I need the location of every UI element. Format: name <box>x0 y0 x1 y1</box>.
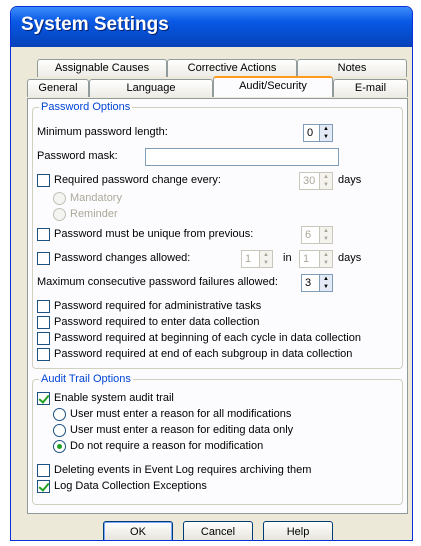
ok-button[interactable]: OK <box>103 521 173 540</box>
window-title: System Settings <box>21 14 169 35</box>
title-bar[interactable]: System Settings <box>11 7 412 47</box>
changes-days-spin-buttons[interactable]: ▲ ▼ <box>319 251 332 267</box>
changes-allowed-label: Password changes allowed: <box>54 252 191 264</box>
delete-events-checkbox[interactable] <box>37 464 50 477</box>
changes-days-label: days <box>338 252 362 264</box>
unique-spinner[interactable]: 6 ▲ ▼ <box>301 226 333 244</box>
admin-tasks-checkbox[interactable] <box>37 300 50 313</box>
min-length-spinner[interactable]: 0 ▲ ▼ <box>303 124 333 142</box>
enter-dc-checkbox[interactable] <box>37 316 50 329</box>
tab-notes[interactable]: Notes <box>297 59 407 77</box>
tab-language[interactable]: Language <box>89 79 213 97</box>
reason-all-radio[interactable] <box>53 408 66 421</box>
max-failures-spinner[interactable]: 3 ▲ ▼ <box>301 274 333 292</box>
req-change-checkbox[interactable] <box>37 174 50 187</box>
mask-label: Password mask: <box>37 150 118 162</box>
req-change-spin-buttons[interactable]: ▲ ▼ <box>319 173 332 189</box>
reason-all-label: User must enter a reason for all modific… <box>70 408 292 420</box>
log-exceptions-checkbox[interactable] <box>37 480 50 493</box>
no-reason-radio[interactable] <box>53 440 66 453</box>
help-button[interactable]: Help <box>263 521 333 540</box>
spin-down-icon[interactable]: ▼ <box>320 235 332 243</box>
subgroup-end-label: Password required at end of each subgrou… <box>54 348 353 360</box>
audit-trail-title: Audit Trail Options <box>39 373 133 385</box>
unique-spin-buttons[interactable]: ▲ ▼ <box>319 227 332 243</box>
enable-audit-checkbox[interactable] <box>37 392 50 405</box>
min-length-spin-buttons[interactable]: ▲ ▼ <box>319 125 332 141</box>
changes-count-spinner[interactable]: 1 ▲ ▼ <box>241 250 273 268</box>
enter-dc-label: Password required to enter data collecti… <box>54 316 260 328</box>
changes-days-spinner[interactable]: 1 ▲ ▼ <box>299 250 333 268</box>
subgroup-end-checkbox[interactable] <box>37 348 50 361</box>
spin-up-icon[interactable]: ▲ <box>260 251 272 259</box>
password-mask-field[interactable] <box>145 148 339 166</box>
password-options-title: Password Options <box>39 101 133 113</box>
spin-down-icon[interactable]: ▼ <box>320 283 332 291</box>
tab-row-1: Assignable Causes Corrective Actions Not… <box>37 59 407 77</box>
spin-down-icon[interactable]: ▼ <box>320 181 332 189</box>
max-failures-value: 3 <box>305 277 312 289</box>
spin-up-icon[interactable]: ▲ <box>320 125 332 133</box>
spin-down-icon[interactable]: ▼ <box>260 259 272 267</box>
spin-up-icon[interactable]: ▲ <box>320 251 332 259</box>
tab-panel-audit-security: Password Options Minimum password length… <box>27 98 408 514</box>
spin-up-icon[interactable]: ▲ <box>320 173 332 181</box>
cycle-start-label: Password required at beginning of each c… <box>54 332 361 344</box>
req-change-days-label: days <box>338 174 362 186</box>
admin-tasks-label: Password required for administrative tas… <box>54 300 262 312</box>
unique-value: 6 <box>305 229 312 241</box>
mandatory-radio[interactable] <box>53 192 66 205</box>
req-change-label: Required password change every: <box>54 174 221 186</box>
mandatory-label: Mandatory <box>70 192 122 204</box>
in-label: in <box>283 252 292 264</box>
min-length-value: 0 <box>307 127 314 139</box>
no-reason-label: Do not require a reason for modification <box>70 440 264 452</box>
changes-days-value: 1 <box>303 253 310 265</box>
audit-trail-group: Audit Trail Options Enable system audit … <box>32 373 403 505</box>
delete-events-label: Deleting events in Event Log requires ar… <box>54 464 312 476</box>
reason-editing-radio[interactable] <box>53 424 66 437</box>
log-exceptions-label: Log Data Collection Exceptions <box>54 480 207 492</box>
tab-corrective-actions[interactable]: Corrective Actions <box>167 59 297 77</box>
tab-general[interactable]: General <box>27 79 89 97</box>
min-length-label: Minimum password length: <box>37 126 168 138</box>
unique-checkbox[interactable] <box>37 228 50 241</box>
changes-count-value: 1 <box>245 253 252 265</box>
enable-audit-label: Enable system audit trail <box>54 392 174 404</box>
tab-audit-security[interactable]: Audit/Security <box>213 76 333 97</box>
tab-row-2: General Language Audit/Security E-mail <box>27 76 408 97</box>
cancel-button[interactable]: Cancel <box>183 521 253 540</box>
spin-down-icon[interactable]: ▼ <box>320 259 332 267</box>
spin-up-icon[interactable]: ▲ <box>320 275 332 283</box>
changes-count-spin-buttons[interactable]: ▲ ▼ <box>259 251 272 267</box>
reminder-label: Reminder <box>70 208 118 220</box>
unique-label: Password must be unique from previous: <box>54 228 254 240</box>
max-failures-spin-buttons[interactable]: ▲ ▼ <box>319 275 332 291</box>
max-failures-label: Maximum consecutive password failures al… <box>37 276 278 288</box>
req-change-value: 30 <box>303 175 316 187</box>
spin-down-icon[interactable]: ▼ <box>320 133 332 141</box>
tab-email[interactable]: E-mail <box>333 79 408 97</box>
req-change-spinner[interactable]: 30 ▲ ▼ <box>299 172 333 190</box>
spin-up-icon[interactable]: ▲ <box>320 227 332 235</box>
cycle-start-checkbox[interactable] <box>37 332 50 345</box>
password-options-group: Password Options Minimum password length… <box>32 101 403 369</box>
reminder-radio[interactable] <box>53 208 66 221</box>
system-settings-window: System Settings Assignable Causes Correc… <box>10 6 413 541</box>
tab-assignable-causes[interactable]: Assignable Causes <box>37 59 167 77</box>
changes-allowed-checkbox[interactable] <box>37 252 50 265</box>
reason-editing-label: User must enter a reason for editing dat… <box>70 424 294 436</box>
